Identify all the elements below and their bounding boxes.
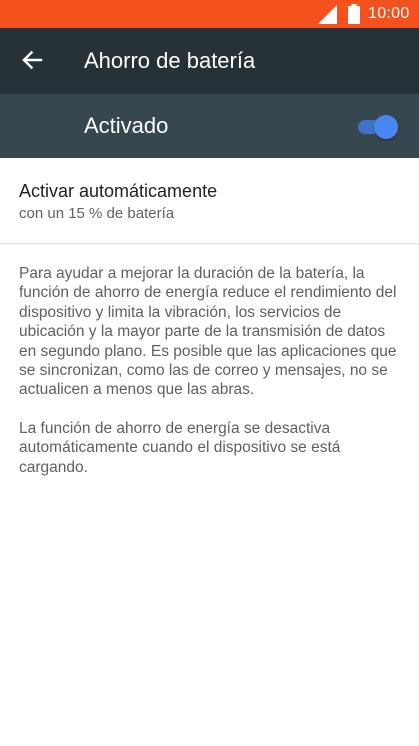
auto-activate-title: Activar automáticamente bbox=[19, 181, 218, 201]
page-title: Ahorro de batería bbox=[84, 48, 256, 73]
battery-saver-description: Para ayudar a mejorar la duración de la … bbox=[19, 264, 404, 477]
arrow-left-icon[interactable] bbox=[21, 49, 43, 71]
description-paragraph-1: Para ayudar a mejorar la duración de la … bbox=[19, 265, 397, 399]
auto-activate-preference[interactable]: Activar automáticamente bbox=[0, 158, 419, 243]
battery-icon bbox=[348, 4, 360, 24]
master-switch-label: Activado bbox=[84, 113, 169, 138]
signal-icon bbox=[318, 5, 337, 24]
status-clock: 10:00 bbox=[368, 5, 410, 22]
battery-saver-toggle[interactable] bbox=[356, 113, 398, 139]
toggle-thumb bbox=[374, 115, 398, 139]
divider bbox=[0, 243, 419, 244]
master-switch-bar[interactable]: Activado bbox=[0, 94, 419, 158]
status-bar: 10:00 bbox=[0, 0, 419, 28]
app-bar: Ahorro de batería bbox=[0, 28, 419, 94]
auto-activate-summary: con un 15 % de batería bbox=[19, 205, 175, 222]
description-paragraph-2: La función de ahorro de energía se desac… bbox=[19, 419, 341, 476]
